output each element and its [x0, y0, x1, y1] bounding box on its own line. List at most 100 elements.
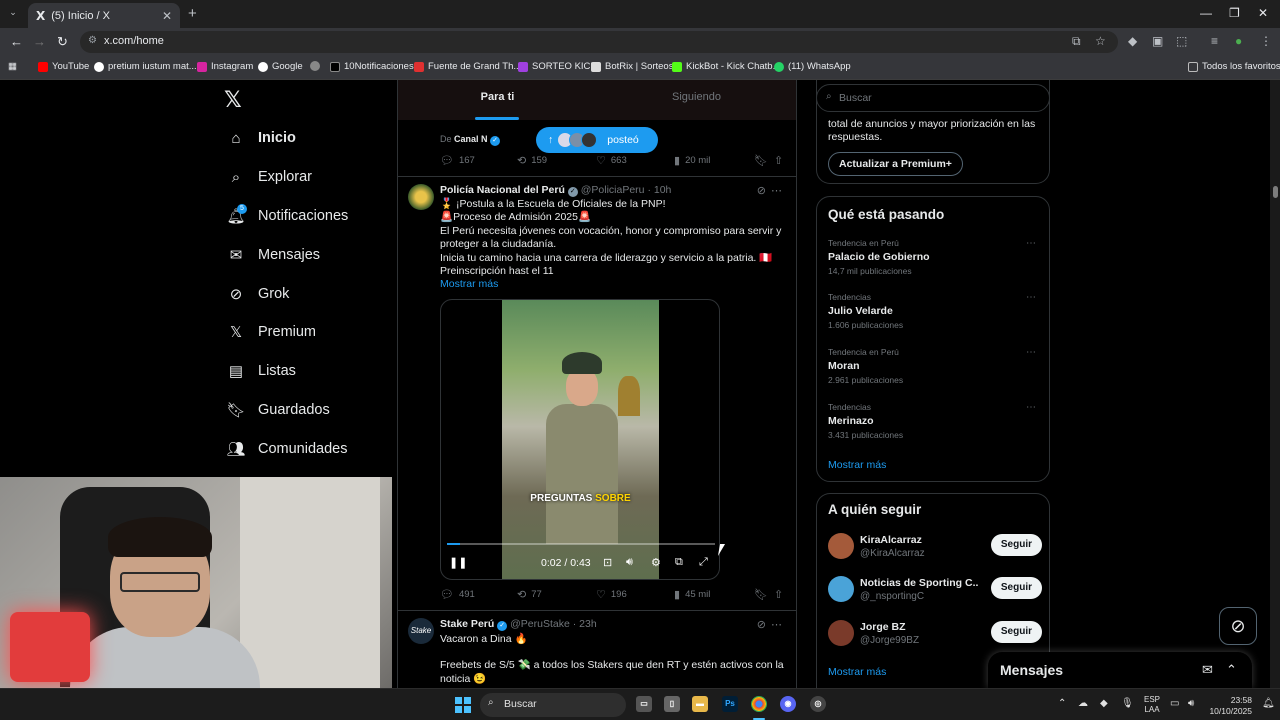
reload-icon[interactable]: ↻ [57, 34, 68, 50]
show-more-link[interactable]: Mostrar más [828, 666, 886, 678]
post-time[interactable]: 23h [579, 618, 597, 630]
puzzle-icon[interactable]: ⬚ [1176, 34, 1187, 48]
author-name[interactable]: Policía Nacional del Perú [440, 184, 565, 196]
network-icon[interactable]: ▭ [1170, 698, 1179, 709]
video-player[interactable]: PREGUNTAS SOBRE ❚❚ 0:02 / 0:43 ⊡ 🔊︎ ⚙ ⧉ … [440, 299, 720, 580]
volume-icon[interactable]: 🔊︎ [1188, 698, 1194, 709]
views-button[interactable]: ▮ 45 mil [674, 588, 710, 601]
follow-item[interactable]: Noticias de Sporting C... @_nsportingC S… [828, 574, 1042, 606]
bookmark-button[interactable]: 🔖︎ [754, 154, 773, 167]
post-time[interactable]: 10h [654, 184, 672, 196]
follow-button[interactable]: Seguir [990, 577, 1042, 599]
captions-icon[interactable]: ⊡ [603, 556, 612, 569]
video-progress-bar[interactable] [447, 543, 715, 545]
taskbar-clock[interactable]: 23:58 10/10/2025 [1206, 695, 1252, 717]
more-options-icon[interactable]: ⋯ [1026, 347, 1036, 358]
bookmark-button[interactable]: 🔖︎ [754, 588, 773, 601]
tab-siguiendo[interactable]: Siguiendo [597, 80, 796, 120]
share-button[interactable]: ⇧ [774, 154, 788, 167]
trend-item[interactable]: Tendencia en Perú Palacio de Gobierno 14… [828, 238, 1042, 278]
nav-guardados[interactable]: 🔖︎ Guardados [226, 398, 329, 422]
like-button[interactable]: ♡ 196 [596, 588, 627, 601]
app-icon[interactable]: ▯ [664, 696, 680, 712]
settings-icon[interactable]: ⚙ [651, 556, 661, 569]
avatar[interactable] [828, 620, 854, 646]
bookmark-sorteo-kick[interactable]: SORTEO KICK [518, 61, 597, 72]
repost-button[interactable]: ⟲ 77 [517, 588, 542, 601]
discord-icon[interactable]: ◉ [780, 696, 796, 712]
nav-mensajes[interactable]: ✉ Mensajes [226, 243, 320, 267]
new-tab-icon[interactable]: + [188, 5, 197, 22]
close-tab-icon[interactable]: ✕ [162, 9, 172, 23]
tab-search-icon[interactable]: ⌄ [6, 7, 20, 21]
avatar[interactable] [828, 576, 854, 602]
nav-grok[interactable]: ⊘ Grok [226, 282, 290, 306]
trend-item[interactable]: Tendencias Merinazo 3.431 publicaciones … [828, 402, 1042, 442]
follow-item[interactable]: Jorge BZ @Jorge99BZ Seguir [828, 618, 1042, 650]
minimize-icon[interactable]: — [1200, 6, 1212, 20]
author-name[interactable]: Stake Perú [440, 618, 494, 630]
windows-start-icon[interactable] [455, 697, 471, 713]
show-more-link[interactable]: Mostrar más [440, 278, 784, 291]
profile-avatar[interactable]: ● [1235, 34, 1242, 48]
back-icon[interactable]: ← [10, 34, 23, 49]
bookmark-kickbot[interactable]: KickBot - Kick Chatb... [672, 61, 781, 72]
tray-app-icon[interactable]: ◆ [1100, 698, 1108, 709]
trend-item[interactable]: Tendencias Julio Velarde 1.606 publicaci… [828, 292, 1042, 332]
scrollbar-thumb[interactable] [1273, 186, 1278, 198]
like-button[interactable]: ♡ 663 [596, 154, 627, 167]
avatar[interactable] [828, 533, 854, 559]
more-options-icon[interactable]: ⋯ [1026, 238, 1036, 249]
apps-grid-icon[interactable]: ▦ [8, 61, 17, 72]
repost-button[interactable]: ⟲ 159 [517, 154, 547, 167]
install-app-icon[interactable]: ⧉ [1072, 34, 1081, 49]
url-field[interactable]: ⚙ x.com/home [80, 31, 1118, 53]
follow-button[interactable]: Seguir [990, 621, 1042, 643]
volume-icon[interactable]: 🔊︎ [626, 556, 633, 569]
share-button[interactable]: ⇧ [774, 588, 788, 601]
messages-drawer[interactable]: Mensajes ✉ ⌃ [988, 652, 1252, 688]
extension-icon[interactable]: ▣ [1152, 34, 1163, 48]
file-explorer-icon[interactable]: ▬ [692, 696, 708, 712]
nav-premium[interactable]: 𝕏 Premium [226, 320, 316, 344]
nav-explorar[interactable]: ⌕ Explorar [226, 165, 312, 189]
more-options-icon[interactable]: ⋯ [1026, 402, 1036, 413]
forward-icon[interactable]: → [33, 34, 46, 49]
new-message-icon[interactable]: ✉ [1202, 662, 1213, 678]
browser-tab-active[interactable]: X (5) Inicio / X ✕ [28, 3, 180, 28]
pip-icon[interactable]: ⧉ [675, 556, 683, 569]
app-icon[interactable]: ◎ [810, 696, 826, 712]
menu-dots-icon[interactable]: ⋮ [1260, 34, 1272, 48]
bookmark-google[interactable]: Google [258, 61, 303, 72]
tab-para-ti[interactable]: Para ti [398, 80, 597, 120]
follow-button[interactable]: Seguir [990, 534, 1042, 556]
follow-item[interactable]: KiraAlcarraz @KiraAlcarraz Seguir [828, 531, 1042, 563]
more-options-icon[interactable]: ⋯ [1026, 292, 1036, 303]
author-handle[interactable]: @PoliciaPeru [581, 184, 645, 196]
reply-button[interactable]: 💬︎ 167 [440, 154, 475, 167]
chrome-icon[interactable] [751, 696, 767, 712]
microphone-icon[interactable]: 🎙︎ [1121, 698, 1134, 709]
grok-icon[interactable]: ⊘ [757, 184, 766, 197]
expand-icon[interactable]: ⌃ [1226, 662, 1237, 678]
all-bookmarks[interactable]: Todos los favoritos [1188, 61, 1280, 72]
notifications-icon[interactable]: 🔔︎ [1262, 698, 1275, 709]
language-indicator[interactable]: ESP LAA [1144, 695, 1160, 715]
bookmark-globe[interactable] [310, 61, 324, 71]
nav-listas[interactable]: ▤ Listas [226, 359, 296, 383]
premium-upgrade-button[interactable]: Actualizar a Premium+ [828, 152, 963, 176]
trend-item[interactable]: Tendencia en Perú Moran 2.961 publicacio… [828, 347, 1042, 387]
bookmark-whatsapp[interactable]: (11) WhatsApp [774, 61, 851, 72]
photoshop-icon[interactable]: Ps [722, 696, 738, 712]
new-posts-pill[interactable]: ↑ posteó [536, 127, 658, 153]
grok-fab-icon[interactable]: ⊘ [1219, 607, 1257, 645]
fullscreen-icon[interactable]: ⤢ [699, 556, 708, 569]
more-options-icon[interactable]: ⋯ [771, 618, 782, 631]
views-button[interactable]: ▮ 20 mil [674, 154, 710, 167]
bookmark-botrix[interactable]: BotRix | Sorteos [591, 61, 673, 72]
nav-inicio[interactable]: ⌂ Inicio [226, 126, 295, 150]
page-scrollbar[interactable] [1270, 80, 1280, 688]
x-logo-icon[interactable]: 𝕏 [224, 88, 242, 113]
bookmark-pretium[interactable]: pretium iustum mat... [94, 61, 197, 72]
more-options-icon[interactable]: ⋯ [771, 184, 782, 197]
